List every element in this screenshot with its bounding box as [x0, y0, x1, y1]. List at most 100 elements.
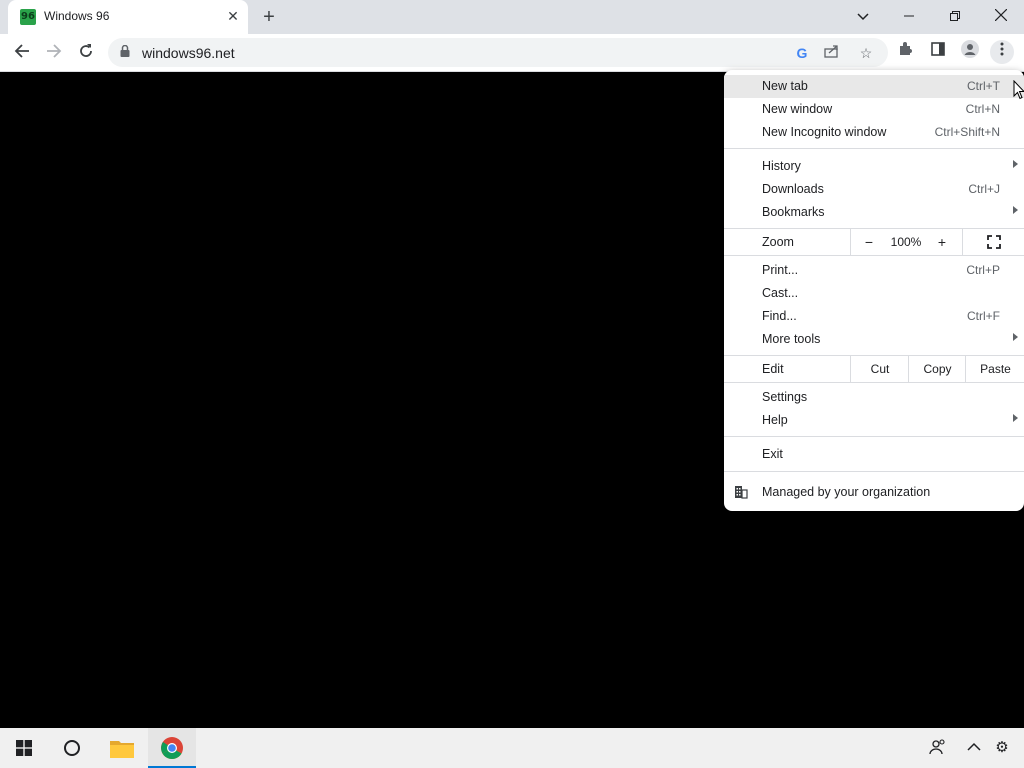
- zoom-in-button[interactable]: +: [931, 229, 953, 255]
- bookmark-star-icon[interactable]: ☆: [856, 43, 876, 63]
- menu-item-new-incognito-window[interactable]: New Incognito window Ctrl+Shift+N: [724, 121, 1024, 144]
- url-text[interactable]: windows96.net: [142, 45, 235, 61]
- menu-item-label: Exit: [762, 447, 783, 461]
- menu-item-exit[interactable]: Exit: [724, 443, 1024, 466]
- menu-item-label: More tools: [762, 332, 821, 346]
- menu-item-print[interactable]: Print... Ctrl+P: [724, 259, 1024, 282]
- menu-item-shortcut: Ctrl+J: [968, 182, 1000, 196]
- start-button[interactable]: [0, 728, 48, 768]
- menu-separator: [724, 255, 1024, 256]
- windows96-favicon-icon: 96: [20, 9, 36, 25]
- menu-separator: [724, 436, 1024, 437]
- chrome-taskbar-button[interactable]: [148, 728, 196, 768]
- managed-by-organization[interactable]: Managed by your organization: [724, 481, 1024, 504]
- edit-row: Edit Cut Copy Paste: [724, 356, 1024, 382]
- fullscreen-icon: [987, 235, 1001, 249]
- profile-avatar-icon[interactable]: [958, 40, 982, 64]
- menu-item-shortcut: Ctrl+P: [966, 263, 1000, 277]
- mouse-cursor-icon: [1013, 80, 1024, 100]
- browser-toolbar: windows96.net G ☆: [0, 34, 1024, 72]
- submenu-arrow-icon: [1013, 160, 1018, 168]
- more-vert-icon: [1000, 42, 1004, 56]
- folder-icon: [110, 741, 134, 758]
- share-icon[interactable]: [822, 43, 842, 63]
- menu-item-label: Downloads: [762, 182, 824, 196]
- menu-item-downloads[interactable]: Downloads Ctrl+J: [724, 178, 1024, 201]
- menu-item-label: New tab: [762, 79, 808, 93]
- menu-item-help[interactable]: Help: [724, 409, 1024, 432]
- back-arrow-icon: [14, 44, 29, 58]
- zoom-label: Zoom: [762, 235, 794, 249]
- address-bar[interactable]: windows96.net G ☆: [108, 38, 888, 67]
- menu-item-bookmarks[interactable]: Bookmarks: [724, 201, 1024, 224]
- tab-strip: 96 Windows 96 ✕ +: [0, 0, 1024, 34]
- tab-close-icon[interactable]: ✕: [224, 7, 242, 25]
- fullscreen-button[interactable]: [962, 229, 1024, 255]
- tab-search-button[interactable]: [843, 4, 883, 28]
- windows-logo-icon: [16, 740, 32, 756]
- menu-item-shortcut: Ctrl+T: [967, 79, 1000, 93]
- menu-item-new-window[interactable]: New window Ctrl+N: [724, 98, 1024, 121]
- cortana-circle-icon: [64, 740, 80, 756]
- people-icon[interactable]: [928, 738, 948, 758]
- new-tab-button[interactable]: +: [258, 6, 280, 28]
- building-icon: [735, 486, 748, 499]
- menu-item-label: Bookmarks: [762, 205, 825, 219]
- managed-label: Managed by your organization: [762, 485, 931, 499]
- google-icon[interactable]: G: [792, 43, 812, 63]
- edit-label: Edit: [762, 362, 784, 376]
- menu-item-history[interactable]: History: [724, 155, 1024, 178]
- side-panel-icon[interactable]: [926, 40, 950, 64]
- zoom-row: Zoom − 100% +: [724, 229, 1024, 255]
- cortana-button[interactable]: [48, 728, 96, 768]
- menu-item-more-tools[interactable]: More tools: [724, 328, 1024, 351]
- show-hidden-icons-chevron-up-icon[interactable]: [964, 738, 984, 758]
- menu-item-label: Help: [762, 413, 788, 427]
- menu-item-cast[interactable]: Cast...: [724, 282, 1024, 305]
- tab-windows-96[interactable]: 96 Windows 96 ✕: [8, 0, 248, 34]
- tab-title: Windows 96: [44, 9, 110, 23]
- menu-separator: [724, 471, 1024, 472]
- submenu-arrow-icon: [1013, 206, 1018, 214]
- forward-arrow-icon: [47, 44, 62, 58]
- menu-item-settings[interactable]: Settings: [724, 386, 1024, 409]
- menu-separator: [724, 382, 1024, 383]
- menu-item-label: Settings: [762, 390, 808, 404]
- copy-button[interactable]: Copy: [908, 356, 966, 382]
- menu-item-label: Print...: [762, 263, 799, 277]
- cut-button[interactable]: Cut: [850, 356, 909, 382]
- taskbar: ⚙: [0, 728, 1024, 768]
- extensions-icon[interactable]: [894, 40, 918, 64]
- settings-gear-icon[interactable]: ⚙: [992, 738, 1012, 758]
- paste-button[interactable]: Paste: [965, 356, 1024, 382]
- restore-icon: [950, 11, 960, 21]
- zoom-out-button[interactable]: −: [858, 229, 880, 255]
- submenu-arrow-icon: [1013, 333, 1018, 341]
- menu-item-shortcut: Ctrl+N: [965, 102, 1000, 116]
- menu-item-label: New window: [762, 102, 833, 116]
- minimize-button[interactable]: [889, 4, 929, 28]
- back-button[interactable]: [8, 39, 36, 67]
- menu-item-label: History: [762, 159, 801, 173]
- menu-item-find[interactable]: Find... Ctrl+F: [724, 305, 1024, 328]
- menu-item-shortcut: Ctrl+F: [967, 309, 1000, 323]
- reload-icon: [80, 44, 92, 57]
- menu-item-label: Cast...: [762, 286, 799, 300]
- reload-button[interactable]: [72, 39, 100, 67]
- restore-button[interactable]: [935, 4, 975, 28]
- lock-icon[interactable]: [120, 45, 130, 57]
- chevron-down-icon: [857, 13, 869, 21]
- menu-item-shortcut: Ctrl+Shift+N: [934, 125, 1000, 139]
- submenu-arrow-icon: [1013, 414, 1018, 422]
- close-window-button[interactable]: [981, 4, 1021, 28]
- minimize-icon: [904, 15, 914, 17]
- forward-button[interactable]: [40, 39, 68, 67]
- menu-item-label: Find...: [762, 309, 797, 323]
- menu-item-new-tab[interactable]: New tab Ctrl+T: [724, 75, 1024, 98]
- chrome-menu: New tab Ctrl+T New window Ctrl+N New Inc…: [724, 70, 1024, 511]
- file-explorer-button[interactable]: [98, 728, 146, 768]
- close-icon: [994, 8, 1008, 22]
- chrome-menu-button[interactable]: [990, 40, 1014, 64]
- menu-item-label: New Incognito window: [762, 125, 887, 139]
- menu-separator: [724, 148, 1024, 149]
